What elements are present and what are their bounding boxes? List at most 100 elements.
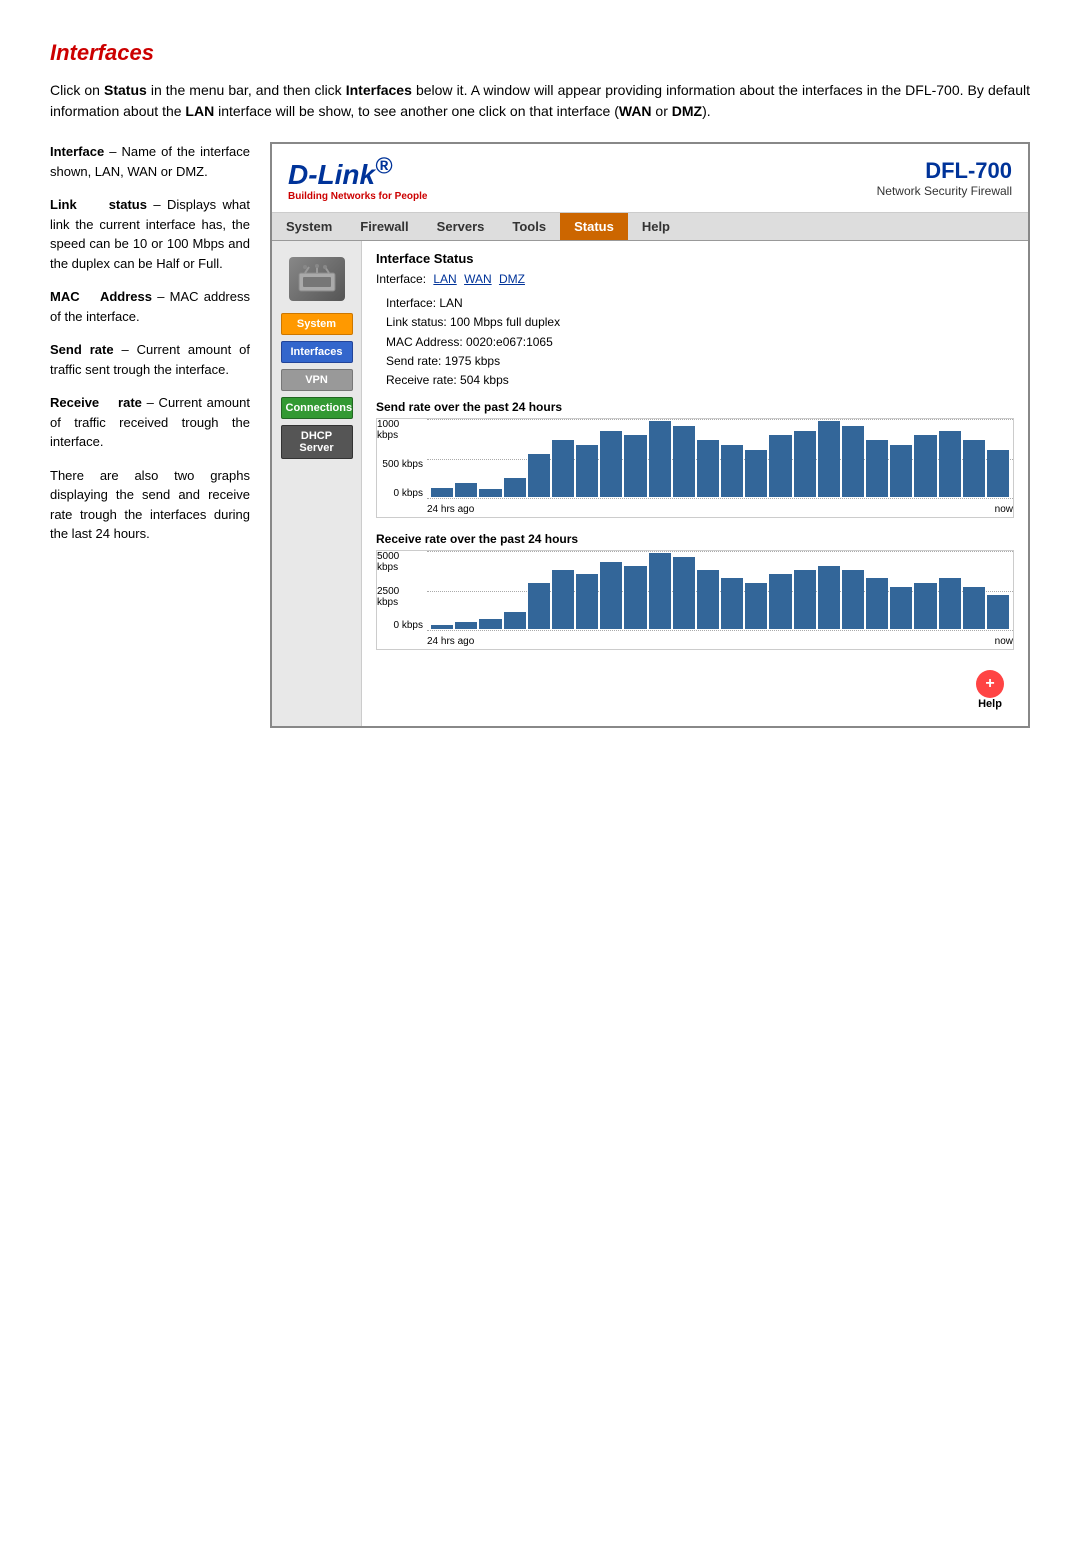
send-chart-title: Send rate over the past 24 hours xyxy=(376,400,1014,414)
bar xyxy=(649,553,671,629)
sidebar-system-btn[interactable]: System xyxy=(281,313,353,335)
interface-details: Interface: LAN Link status: 100 Mbps ful… xyxy=(386,294,1014,390)
bar xyxy=(842,426,864,497)
bar xyxy=(697,570,719,629)
bar xyxy=(431,625,453,629)
main-content: Interface Status Interface: LAN WAN DMZ … xyxy=(362,241,1028,726)
tagline: Building Networks for People xyxy=(288,191,427,202)
logo-registered: ® xyxy=(375,153,392,179)
help-circle-icon: + xyxy=(976,670,1004,698)
bar xyxy=(431,488,453,498)
description-panel: Interface – Name of the interface shown,… xyxy=(50,142,250,558)
bar xyxy=(769,435,791,497)
page-title: Interfaces xyxy=(50,40,1030,66)
bar xyxy=(624,566,646,629)
send-chart-bars xyxy=(427,419,1013,499)
product-model: DFL-700 xyxy=(877,158,1012,184)
router-icon xyxy=(289,257,345,301)
receive-x-end: now xyxy=(995,636,1013,647)
bar xyxy=(769,574,791,629)
detail-receive-rate: Receive rate: 504 kbps xyxy=(386,371,1014,390)
nav-servers[interactable]: Servers xyxy=(423,213,499,240)
send-chart-x-labels: 24 hrs ago now xyxy=(427,504,1013,515)
bar xyxy=(842,570,864,629)
bar xyxy=(818,566,840,629)
nav-status[interactable]: Status xyxy=(560,213,628,240)
sidebar-dhcp-btn[interactable]: DHCP Server xyxy=(281,425,353,459)
sidebar: System Interfaces VPN Connections DHCP S… xyxy=(272,241,362,726)
help-button[interactable]: + Help xyxy=(976,670,1004,710)
receive-y-mid: 2500 kbps xyxy=(377,586,423,608)
bar xyxy=(600,431,622,498)
receive-chart-title: Receive rate over the past 24 hours xyxy=(376,532,1014,546)
send-chart-y-labels: 1000 kbps 500 kbps 0 kbps xyxy=(377,419,425,499)
bar xyxy=(890,445,912,497)
nav-system[interactable]: System xyxy=(272,213,346,240)
term-receive-rate: Receive rate xyxy=(50,395,142,410)
product-desc: Network Security Firewall xyxy=(877,184,1012,198)
send-chart-section: Send rate over the past 24 hours 1000 kb… xyxy=(376,400,1014,518)
closing-text: There are also two graphs displaying the… xyxy=(50,466,250,544)
dlink-header: D-Link® Building Networks for People DFL… xyxy=(272,144,1028,213)
interface-link-wan[interactable]: WAN xyxy=(464,272,492,286)
bar xyxy=(721,578,743,629)
bar xyxy=(552,440,574,497)
bar xyxy=(987,595,1009,629)
nav-bar: System Firewall Servers Tools Status Hel… xyxy=(272,213,1028,241)
send-x-end: now xyxy=(995,504,1013,515)
detail-interface: Interface: LAN xyxy=(386,294,1014,313)
bar xyxy=(890,587,912,629)
interface-label: Interface: xyxy=(376,272,426,286)
interface-links: Interface: LAN WAN DMZ xyxy=(376,272,1014,286)
detail-send-rate: Send rate: 1975 kbps xyxy=(386,352,1014,371)
bar xyxy=(963,587,985,629)
receive-chart-x-labels: 24 hrs ago now xyxy=(427,636,1013,647)
bar xyxy=(721,445,743,497)
nav-tools[interactable]: Tools xyxy=(498,213,560,240)
bar xyxy=(987,450,1009,498)
send-chart: 1000 kbps 500 kbps 0 kbps 24 hrs ago xyxy=(376,418,1014,518)
receive-x-start: 24 hrs ago xyxy=(427,636,474,647)
term-link-status: Link status xyxy=(50,197,147,212)
bar xyxy=(939,431,961,498)
bar xyxy=(794,570,816,629)
nav-help[interactable]: Help xyxy=(628,213,684,240)
interface-status-title: Interface Status xyxy=(376,251,1014,266)
bar xyxy=(479,489,501,497)
send-x-start: 24 hrs ago xyxy=(427,504,474,515)
sidebar-interfaces-btn[interactable]: Interfaces xyxy=(281,341,353,363)
interface-link-dmz[interactable]: DMZ xyxy=(499,272,525,286)
bar xyxy=(794,431,816,498)
dlink-product: DFL-700 Network Security Firewall xyxy=(877,158,1012,198)
send-y-top: 1000 kbps xyxy=(377,419,423,441)
bar xyxy=(745,450,767,498)
bar xyxy=(697,440,719,497)
sidebar-vpn-btn[interactable]: VPN xyxy=(281,369,353,391)
term-send-rate: Send rate xyxy=(50,342,114,357)
term-mac-address: MAC Address xyxy=(50,289,152,304)
sidebar-connections-btn[interactable]: Connections xyxy=(281,397,353,419)
receive-chart-y-labels: 5000 kbps 2500 kbps 0 kbps xyxy=(377,551,425,631)
intro-text: Click on Status in the menu bar, and the… xyxy=(50,80,1030,122)
receive-y-top: 5000 kbps xyxy=(377,551,423,573)
bar xyxy=(528,583,550,629)
logo-name: D-Link® xyxy=(288,154,427,191)
receive-chart-bars xyxy=(427,551,1013,631)
bar xyxy=(866,440,888,497)
bar xyxy=(504,478,526,497)
bar xyxy=(649,421,671,497)
bar xyxy=(455,483,477,497)
bar xyxy=(939,578,961,629)
bar xyxy=(504,612,526,629)
bar xyxy=(576,445,598,497)
bar xyxy=(963,440,985,497)
nav-firewall[interactable]: Firewall xyxy=(346,213,422,240)
send-y-mid: 500 kbps xyxy=(382,459,423,470)
interface-link-lan[interactable]: LAN xyxy=(433,272,456,286)
bar xyxy=(866,578,888,629)
receive-y-bot: 0 kbps xyxy=(394,620,423,631)
send-y-bot: 0 kbps xyxy=(394,488,423,499)
detail-link-status: Link status: 100 Mbps full duplex xyxy=(386,313,1014,332)
bar xyxy=(673,557,695,629)
bar xyxy=(479,619,501,629)
